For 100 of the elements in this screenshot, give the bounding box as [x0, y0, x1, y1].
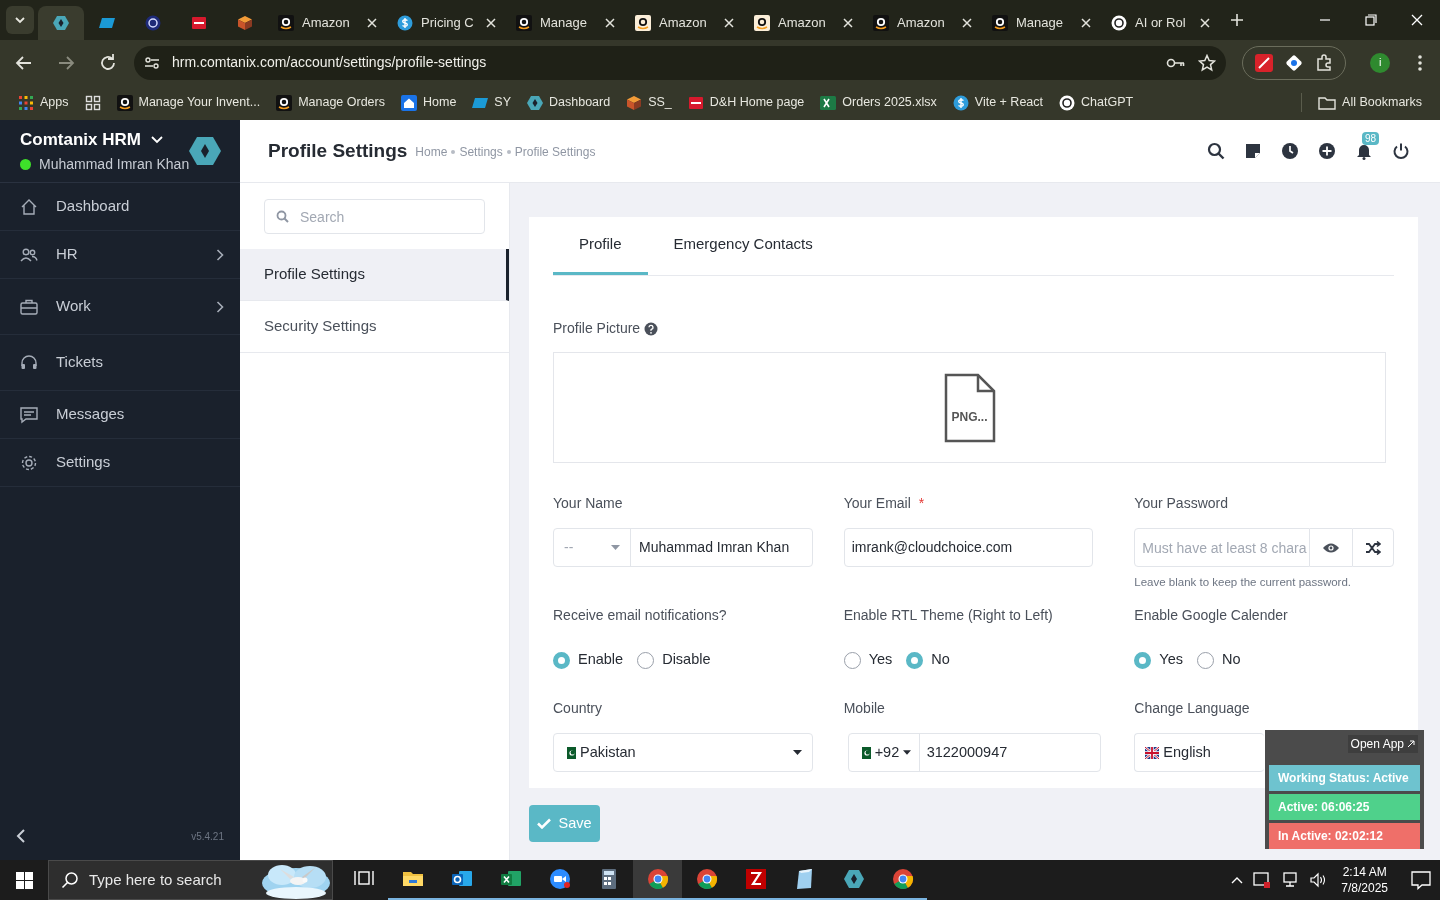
bookmark[interactable]: Vite + React [952, 93, 1043, 112]
chevron-right-icon [216, 300, 224, 313]
bookmark[interactable]: Manage Orders [276, 93, 385, 112]
open-app-button[interactable]: Open App [1347, 735, 1418, 753]
bell-icon[interactable] [1355, 142, 1373, 160]
bookmark[interactable]: Manage Your Invent... [116, 93, 261, 112]
browser-tab[interactable]: Amazon [744, 6, 863, 40]
user-name: Muhammad Imran Khan [39, 155, 190, 175]
close-icon[interactable] [962, 18, 972, 28]
address-bar[interactable]: hrm.comtanix.com/account/settings/profile-settings [134, 45, 1226, 80]
hexagon-logo-icon [527, 94, 543, 111]
apps-grid-icon [18, 94, 34, 111]
bookmark[interactable]: Orders 2025.xlsx [820, 93, 937, 112]
windows-logo-icon [15, 871, 33, 889]
taskbar-search-field[interactable]: Type here to search [48, 860, 333, 900]
radio-button[interactable] [1134, 651, 1152, 669]
eye-icon [1322, 541, 1340, 554]
extensions-icon[interactable] [1315, 53, 1334, 72]
radio-label: No [1222, 650, 1241, 670]
field-label: Country [553, 698, 603, 718]
close-icon[interactable] [724, 18, 734, 28]
browser-tab[interactable]: Pricing C [387, 6, 506, 40]
close-icon[interactable] [1081, 18, 1091, 28]
all-bookmarks-button[interactable]: All Bookmarks [1301, 93, 1422, 112]
field-label: Profile Picture [553, 319, 641, 338]
power-icon[interactable] [1392, 142, 1410, 160]
close-icon[interactable] [1200, 18, 1210, 28]
circle-logo-icon [145, 15, 161, 31]
browser-tab[interactable]: Amazon [268, 6, 387, 40]
chevron-up-icon[interactable] [1231, 876, 1244, 884]
new-tab-icon[interactable] [1230, 13, 1244, 27]
settings-menu-item[interactable]: Profile Settings [240, 249, 509, 301]
browser-tab[interactable]: Amazon [863, 6, 982, 40]
site-info-icon[interactable] [144, 54, 160, 71]
close-icon[interactable] [843, 18, 853, 28]
png-file-icon: PNG... [943, 372, 996, 443]
app-switcher[interactable]: Comtanix HRM [20, 126, 190, 153]
email-field[interactable]: imrank@cloudchoice.com [843, 528, 1093, 567]
uk-flag-icon [1145, 746, 1160, 759]
chevron-down-icon [150, 135, 163, 144]
bookmark[interactable]: Dashboard [527, 93, 611, 112]
profile-tab[interactable]: Profile [553, 217, 648, 275]
url-text: hrm.comtanix.com/account/settings/profile-settings [172, 53, 487, 72]
volume-icon[interactable] [1309, 872, 1328, 888]
status-bar: In Active: 02:02:12 [1269, 823, 1420, 849]
bookmark[interactable]: Home [401, 93, 457, 112]
browser-tab[interactable]: Manage [506, 6, 625, 40]
help-icon[interactable] [644, 321, 659, 336]
search-icon[interactable] [1207, 142, 1225, 160]
radio-button[interactable] [1197, 651, 1214, 669]
clock-icon[interactable] [1281, 142, 1299, 160]
status-bar: Working Status: Active [1269, 765, 1420, 791]
radio-button[interactable] [553, 651, 570, 669]
profile-tab[interactable]: Emergency Contacts [647, 217, 839, 275]
hexagon-logo-icon [189, 136, 222, 166]
network-icon[interactable] [1281, 872, 1300, 888]
bookmark[interactable]: Apps [18, 93, 69, 112]
browser-tab[interactable]: Amazon [625, 6, 744, 40]
tab-search-button[interactable] [6, 6, 34, 34]
upload-dropzone[interactable]: PNG... [553, 352, 1386, 463]
notifications-icon[interactable] [1410, 870, 1432, 890]
bookmark[interactable]: SS_ [626, 93, 672, 112]
radio-label: Yes [1159, 650, 1183, 670]
browser-tab[interactable] [38, 6, 84, 40]
field-label: Mobile [843, 698, 885, 718]
profile-avatar[interactable]: i [1370, 52, 1390, 73]
hexagon-logo-icon [53, 15, 69, 31]
chevron-down-icon [14, 14, 26, 26]
taskbar-app-button[interactable] [633, 860, 682, 900]
note-icon[interactable] [1244, 142, 1262, 160]
radio-label: Enable [578, 650, 624, 670]
required-mark: * [918, 493, 925, 513]
close-icon[interactable] [367, 18, 377, 28]
collapse-icon[interactable] [16, 829, 26, 843]
bookmark[interactable]: ChatGPT [1059, 93, 1134, 112]
radio-button[interactable] [637, 651, 655, 669]
field-label: Your Email [843, 493, 911, 513]
radio-label: Disable [662, 650, 711, 670]
password-field[interactable]: Must have at least 8 chara [1134, 528, 1310, 567]
show-password-button[interactable] [1310, 528, 1352, 567]
breadcrumb-separator-icon [451, 150, 456, 154]
close-icon[interactable] [605, 18, 615, 28]
bookmark[interactable]: SY [472, 93, 511, 112]
clock-time[interactable]: 2:14 AM [1342, 864, 1387, 880]
close-icon[interactable] [486, 18, 496, 28]
bookmark[interactable]: D&H Home page [687, 93, 805, 112]
chevron-right-icon [216, 248, 224, 261]
cube-logo-icon [626, 94, 643, 111]
browser-app-icon [695, 868, 718, 890]
radio-button[interactable] [843, 651, 861, 669]
browser-tab[interactable]: Manage [982, 6, 1101, 40]
add-circle-icon[interactable] [1318, 142, 1336, 160]
browser-app-icon [646, 868, 669, 890]
country-select[interactable]: Pakistan [553, 733, 813, 772]
generate-password-button[interactable] [1352, 528, 1394, 567]
radio-button[interactable] [906, 651, 924, 669]
browser-tab[interactable]: AI or Rol [1101, 6, 1220, 40]
clock-date[interactable]: 7/8/2025 [1341, 880, 1388, 896]
search-field[interactable]: Search [264, 199, 485, 234]
star-icon[interactable] [1197, 53, 1216, 72]
